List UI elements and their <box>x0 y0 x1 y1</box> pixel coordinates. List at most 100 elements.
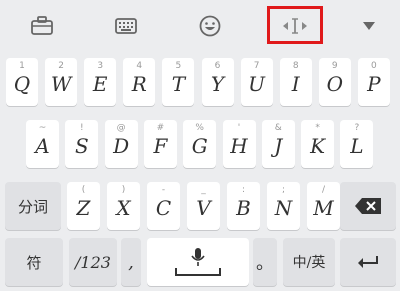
key-symbols-label: 符 <box>26 253 42 272</box>
key-secondary-label: 1 <box>19 61 25 71</box>
key-letter-label: X <box>116 196 131 220</box>
key-c[interactable]: -C <box>147 182 180 230</box>
enter-icon <box>340 238 396 286</box>
key-letter-label: P <box>367 72 381 96</box>
key-letter-label: E <box>92 72 108 96</box>
key-r[interactable]: 4R <box>123 58 156 106</box>
key-secondary-label: * <box>315 123 320 133</box>
key-fenci[interactable]: 分词 <box>5 182 61 230</box>
key-h[interactable]: ' H <box>222 120 256 168</box>
key-secondary-label: 3 <box>97 61 104 71</box>
key-letter-label: L <box>350 134 364 158</box>
key-j[interactable]: & J <box>261 120 295 168</box>
key-p[interactable]: 0P <box>357 58 390 106</box>
key-secondary-label: / <box>321 185 326 195</box>
key-letter-label: R <box>131 72 147 96</box>
key-letter-label: S <box>74 134 89 158</box>
key-w[interactable]: 2W <box>45 58 78 106</box>
key-symbols[interactable]: 符 <box>5 238 63 286</box>
key-space-voice[interactable] <box>147 238 249 286</box>
key-secondary-label: @ <box>116 123 126 133</box>
key-letter-label: H <box>230 134 248 158</box>
key-secondary-label: # <box>156 123 165 133</box>
key-secondary-label: 4 <box>136 61 143 71</box>
key-secondary-label: 7 <box>253 61 260 71</box>
keyboard: 分词 符 /123 , 。 中/英 1 Q 2 W 3 E 4 R 5 T 6 Y 7 U 8 I 9 O 0 P ~ A… <box>0 54 400 291</box>
key-letter-label: D <box>113 134 130 158</box>
key-secondary-label: 8 <box>292 61 299 71</box>
microphone-icon <box>147 247 249 267</box>
key-y[interactable]: 6Y <box>201 58 234 106</box>
key-secondary-label: - <box>161 185 166 195</box>
key-letter-label: B <box>236 196 251 220</box>
key-z[interactable]: (Z <box>67 182 100 230</box>
key-letter-label: G <box>191 134 208 158</box>
keyboard-toolbar <box>0 0 400 54</box>
key-secondary-label: 0 <box>371 61 377 71</box>
briefcase-icon[interactable] <box>26 10 58 42</box>
cursor-highlight-box <box>267 6 323 44</box>
key-s[interactable]: ! S <box>65 120 99 168</box>
key-secondary-label: & <box>274 123 282 133</box>
key-t[interactable]: 5T <box>162 58 195 106</box>
key-k[interactable]: * K <box>301 120 335 168</box>
key-secondary-label: : <box>241 185 246 195</box>
key-comma-label: , <box>128 251 134 273</box>
key-comma[interactable]: , <box>121 238 141 286</box>
keyboard-icon[interactable] <box>110 10 142 42</box>
key-secondary-label: 5 <box>175 61 182 71</box>
key-letter-label: U <box>248 72 266 96</box>
key-letter-label: Q <box>13 72 31 96</box>
key-g[interactable]: % G <box>183 120 217 168</box>
key-n[interactable]: ; N <box>267 182 300 230</box>
key-letter-label: A <box>35 134 50 158</box>
key-secondary-label: ' <box>237 123 241 133</box>
key-letter-label: O <box>326 72 343 96</box>
key-b[interactable]: :B <box>227 182 260 230</box>
key-x[interactable]: ) X <box>107 182 140 230</box>
key-secondary-label: 2 <box>58 61 64 71</box>
key-l[interactable]: ? L <box>340 120 374 168</box>
key-secondary-label: ( <box>81 185 86 195</box>
key-letter-label: M <box>313 196 334 220</box>
key-letter-label: T <box>171 72 186 96</box>
key-letter-label: I <box>291 72 300 96</box>
key-numbers-label: /123 <box>75 252 111 272</box>
key-secondary-label: ~ <box>38 123 47 133</box>
key-lang-switch-label: 中/英 <box>292 255 326 271</box>
key-letter-label: N <box>274 196 293 220</box>
key-backspace[interactable] <box>340 182 396 230</box>
emoji-icon[interactable] <box>194 10 226 42</box>
key-q[interactable]: 1Q <box>6 58 38 106</box>
key-letter-label: K <box>310 134 326 158</box>
key-d[interactable]: @ D <box>104 120 138 168</box>
key-enter[interactable] <box>340 238 396 286</box>
key-secondary-label: 6 <box>214 61 221 71</box>
space-bar-icon <box>175 268 221 276</box>
key-lang-switch[interactable]: 中/英 <box>283 238 335 286</box>
key-secondary-label: ; <box>281 185 286 195</box>
key-secondary-label: % <box>195 123 204 133</box>
key-fenci-label: 分词 <box>17 197 48 216</box>
key-letter-label: Z <box>76 196 91 220</box>
key-letter-label: W <box>50 72 72 96</box>
key-letter-label: F <box>153 134 168 158</box>
key-secondary-label: ? <box>354 123 360 133</box>
key-m[interactable]: / M <box>307 182 340 230</box>
key-secondary-label: ) <box>121 185 126 195</box>
key-a[interactable]: ~ A <box>26 120 59 168</box>
key-u[interactable]: 7U <box>240 58 273 106</box>
key-letter-label: C <box>155 196 172 220</box>
backspace-icon <box>340 182 396 230</box>
collapse-triangle-icon[interactable] <box>353 10 385 42</box>
key-o[interactable]: 9O <box>318 58 351 106</box>
key-i[interactable]: 8I <box>279 58 312 106</box>
key-period[interactable]: 。 <box>253 238 277 286</box>
key-v[interactable]: _ V <box>187 182 220 230</box>
key-period-label: 。 <box>256 253 274 274</box>
key-numbers[interactable]: /123 <box>69 238 117 286</box>
key-e[interactable]: 3E <box>84 58 117 106</box>
key-f[interactable]: # F <box>143 120 177 168</box>
key-letter-label: J <box>274 134 283 158</box>
key-secondary-label: 9 <box>331 61 338 71</box>
